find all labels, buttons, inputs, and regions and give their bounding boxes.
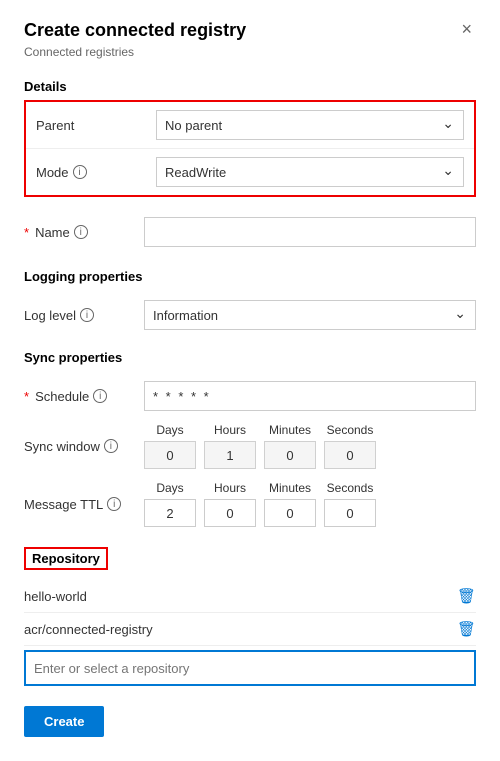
parent-select-wrapper: No parent: [156, 110, 464, 140]
message-ttl-minutes-input[interactable]: [264, 499, 316, 527]
sync-window-minutes-label: Minutes: [269, 423, 311, 437]
sync-window-seconds-input[interactable]: [324, 441, 376, 469]
log-level-select[interactable]: Information: [144, 300, 476, 330]
message-ttl-minutes-label: Minutes: [269, 481, 311, 495]
parent-select[interactable]: No parent: [156, 110, 464, 140]
name-info-icon[interactable]: i: [74, 225, 88, 239]
details-section-title: Details: [24, 79, 476, 94]
schedule-required-star: *: [24, 389, 29, 404]
schedule-input[interactable]: [144, 381, 476, 411]
name-input[interactable]: [144, 217, 476, 247]
logging-section: Logging properties Log level i Informati…: [24, 269, 476, 336]
repository-input[interactable]: [26, 652, 474, 684]
message-ttl-label: Message TTL i: [24, 497, 144, 512]
repository-input-row: [24, 650, 476, 686]
schedule-row: * Schedule i: [24, 375, 476, 417]
log-level-label: Log level i: [24, 308, 144, 323]
sync-window-minutes-col: Minutes: [264, 423, 316, 469]
details-box: Parent No parent Mode i: [24, 100, 476, 197]
mode-info-icon[interactable]: i: [73, 165, 87, 179]
sync-window-days-label: Days: [156, 423, 183, 437]
repository-list: hello-world 🗑 acr/connected-registry 🗑: [24, 580, 476, 646]
panel-title: Create connected registry: [24, 20, 246, 41]
parent-field-row: Parent No parent: [26, 102, 474, 149]
sync-window-minutes-input[interactable]: [264, 441, 316, 469]
repo-list-item: hello-world 🗑: [24, 580, 476, 613]
footer: Create: [24, 706, 476, 737]
message-ttl-info-icon[interactable]: i: [107, 497, 121, 511]
name-control: [144, 217, 476, 247]
name-required-star: *: [24, 225, 29, 240]
name-label: * Name i: [24, 225, 144, 240]
schedule-label: * Schedule i: [24, 389, 144, 404]
create-button[interactable]: Create: [24, 706, 104, 737]
name-field-row: * Name i: [24, 209, 476, 255]
log-level-row: Log level i Information: [24, 294, 476, 336]
sync-window-info-icon[interactable]: i: [104, 439, 118, 453]
sync-window-seconds-col: Seconds: [324, 423, 376, 469]
repo-delete-icon[interactable]: 🗑: [457, 620, 476, 638]
schedule-control: [144, 381, 476, 411]
sync-window-columns: Days Hours Minutes Seconds: [144, 423, 476, 469]
sync-window-label: Sync window i: [24, 439, 144, 454]
message-ttl-hours-input[interactable]: [204, 499, 256, 527]
parent-control: No parent: [156, 110, 464, 140]
message-ttl-hours-label: Hours: [214, 481, 246, 495]
create-connected-registry-panel: Create connected registry × Connected re…: [0, 0, 500, 761]
details-section: Details Parent No parent Mode: [24, 79, 476, 255]
message-ttl-row: Message TTL i Days Hours Minutes Seconds: [24, 475, 476, 533]
message-ttl-seconds-label: Seconds: [327, 481, 374, 495]
repository-section-title: Repository: [32, 551, 100, 566]
message-ttl-days-input[interactable]: [144, 499, 196, 527]
sync-window-hours-input[interactable]: [204, 441, 256, 469]
message-ttl-columns: Days Hours Minutes Seconds: [144, 481, 476, 527]
repo-name: hello-world: [24, 589, 87, 604]
log-level-info-icon[interactable]: i: [80, 308, 94, 322]
parent-label: Parent: [36, 118, 156, 133]
close-button[interactable]: ×: [457, 20, 476, 38]
sync-window-days-col: Days: [144, 423, 196, 469]
message-ttl-days-col: Days: [144, 481, 196, 527]
log-level-select-wrapper: Information: [144, 300, 476, 330]
panel-subtitle: Connected registries: [24, 45, 476, 59]
repo-name: acr/connected-registry: [24, 622, 153, 637]
message-ttl-minutes-col: Minutes: [264, 481, 316, 527]
sync-section: Sync properties * Schedule i Sync window…: [24, 350, 476, 533]
message-ttl-days-label: Days: [156, 481, 183, 495]
message-ttl-hours-col: Hours: [204, 481, 256, 527]
schedule-info-icon[interactable]: i: [93, 389, 107, 403]
sync-window-hours-col: Hours: [204, 423, 256, 469]
repo-list-item: acr/connected-registry 🗑: [24, 613, 476, 646]
panel-header: Create connected registry ×: [24, 20, 476, 41]
sync-window-seconds-label: Seconds: [327, 423, 374, 437]
mode-select[interactable]: ReadWrite: [156, 157, 464, 187]
sync-window-hours-label: Hours: [214, 423, 246, 437]
mode-field-row: Mode i ReadWrite: [26, 149, 474, 195]
sync-section-title: Sync properties: [24, 350, 476, 365]
mode-label: Mode i: [36, 165, 156, 180]
sync-window-days-input[interactable]: [144, 441, 196, 469]
logging-section-title: Logging properties: [24, 269, 476, 284]
repo-delete-icon[interactable]: 🗑: [457, 587, 476, 605]
message-ttl-seconds-input[interactable]: [324, 499, 376, 527]
repository-section: Repository hello-world 🗑 acr/connected-r…: [24, 547, 476, 686]
message-ttl-seconds-col: Seconds: [324, 481, 376, 527]
repository-title-box: Repository: [24, 547, 108, 570]
mode-select-wrapper: ReadWrite: [156, 157, 464, 187]
log-level-control: Information: [144, 300, 476, 330]
sync-window-row: Sync window i Days Hours Minutes Seconds: [24, 417, 476, 475]
mode-control: ReadWrite: [156, 157, 464, 187]
